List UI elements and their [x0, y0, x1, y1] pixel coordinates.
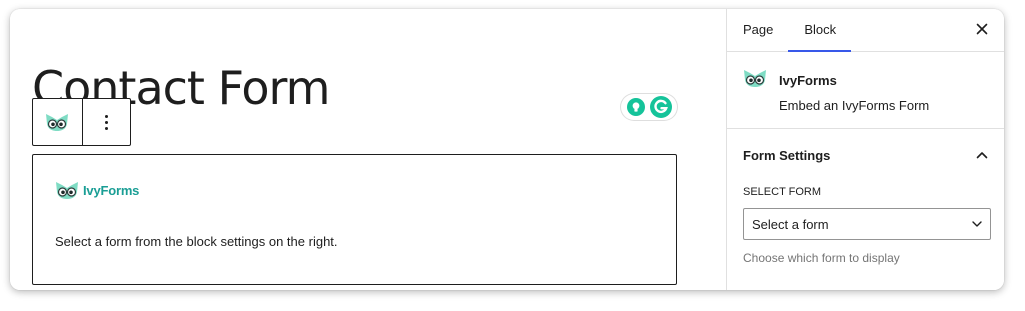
more-vertical-icon — [104, 114, 108, 130]
tab-block[interactable]: Block — [788, 9, 851, 52]
block-card-description: Embed an IvyForms Form — [779, 98, 930, 113]
chevron-up-icon — [976, 152, 988, 159]
settings-sidebar: Page Block IvyForms Embed an IvyForms Fo… — [726, 9, 1004, 290]
select-form-label: SELECT FORM — [743, 186, 822, 198]
extension-badges — [621, 94, 677, 120]
block-card-title: IvyForms — [779, 73, 837, 88]
select-form-help-text: Choose which form to display — [743, 251, 900, 265]
ivyforms-owl-icon — [56, 182, 78, 199]
editor-window: Contact Form IvyForms Select a form from… — [10, 9, 1004, 290]
tab-page[interactable]: Page — [727, 9, 788, 51]
chevron-down-icon — [972, 221, 982, 227]
form-settings-panel-toggle[interactable]: Form Settings — [727, 130, 1004, 180]
ivyforms-owl-icon — [46, 114, 69, 131]
sidebar-tabs: Page Block — [727, 9, 1004, 52]
grammarly-icon[interactable] — [649, 96, 672, 118]
editor-canvas: Contact Form IvyForms Select a form from… — [10, 9, 726, 290]
block-placeholder-text: Select a form from the block settings on… — [55, 234, 338, 249]
close-settings-button[interactable] — [970, 17, 994, 41]
block-card — [727, 52, 1004, 129]
ivyforms-owl-icon — [744, 70, 766, 87]
block-toolbar — [32, 98, 131, 146]
brand-name: IvyForms — [83, 182, 140, 198]
lightbulb-icon[interactable] — [626, 98, 645, 116]
select-form-value: Select a form — [752, 216, 829, 232]
ivyforms-block[interactable]: IvyForms Select a form from the block se… — [32, 154, 677, 285]
ivyforms-logo: IvyForms — [55, 180, 139, 200]
block-type-button[interactable] — [33, 99, 82, 145]
block-card-icon — [743, 68, 767, 93]
select-form-dropdown[interactable]: Select a form — [743, 208, 991, 240]
block-options-button[interactable] — [81, 99, 131, 145]
close-icon — [976, 23, 988, 35]
form-settings-title: Form Settings — [743, 147, 831, 163]
